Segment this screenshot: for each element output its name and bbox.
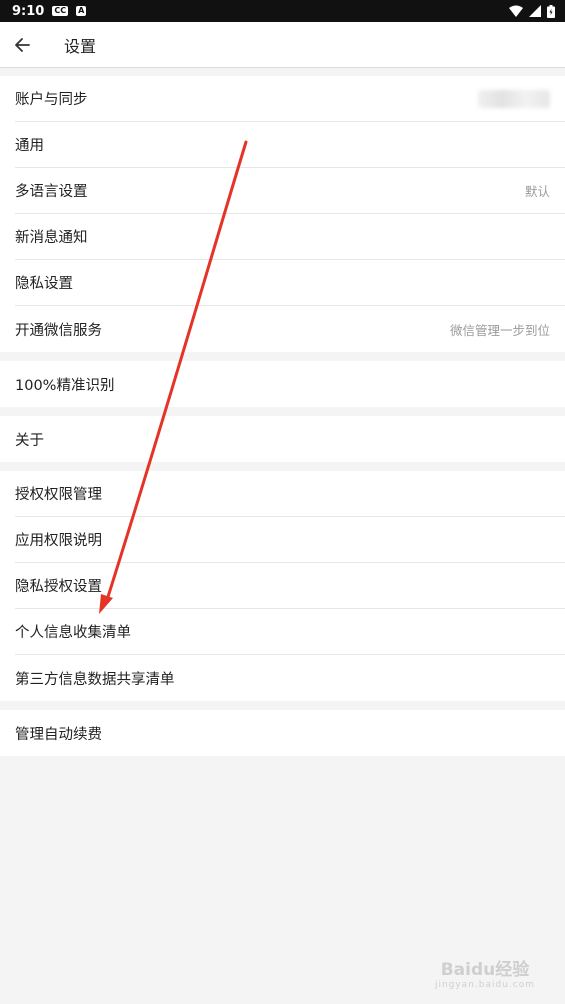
status-time: 9:10 [12, 3, 45, 19]
settings-item-label: 关于 [15, 432, 44, 449]
settings-item-value: 默认 [524, 184, 550, 199]
settings-item-value-redacted [478, 89, 550, 108]
settings-item-general[interactable]: 通用 [15, 122, 565, 168]
arrow-left-icon [15, 37, 30, 52]
settings-item-label: 新消息通知 [15, 230, 88, 246]
settings-group-3: 关于 [0, 416, 565, 462]
settings-group-1: 账户与同步通用多语言设置 默认新消息通知隐私设置开通微信服务 微信管理一步到位 [0, 76, 565, 352]
settings-item-wechat[interactable]: 开通微信服务 微信管理一步到位 [15, 306, 565, 352]
settings-item-privacy-auth[interactable]: 隐私授权设置 [15, 563, 565, 609]
settings-item-label: 100%精准识别 [15, 377, 115, 394]
a-badge-icon: A [76, 6, 87, 16]
settings-group-5: 管理自动续费 [0, 710, 565, 756]
cc-badge-icon: CC [52, 6, 69, 16]
settings-item-account[interactable]: 账户与同步 [15, 76, 565, 122]
settings-item-label: 管理自动续费 [15, 726, 102, 743]
settings-item-notifications[interactable]: 新消息通知 [15, 214, 565, 260]
settings-item-label: 账户与同步 [15, 92, 88, 108]
app-bar: 设置 [0, 22, 565, 68]
settings-item-about[interactable]: 关于 [15, 416, 565, 462]
settings-item-label: 隐私设置 [15, 276, 73, 292]
settings-item-label: 通用 [15, 138, 44, 154]
settings-item-label: 应用权限说明 [15, 533, 102, 549]
back-button[interactable] [14, 22, 54, 68]
settings-item-label: 第三方信息数据共享清单 [15, 671, 175, 688]
settings-item-language[interactable]: 多语言设置 默认 [15, 168, 565, 214]
status-left: 9:10 CC A [12, 3, 87, 19]
wifi-icon [509, 5, 523, 17]
watermark-sub: jingyan.baidu.com [434, 980, 535, 990]
page-title: 设置 [64, 36, 97, 56]
settings-item-permission-info[interactable]: 应用权限说明 [15, 517, 565, 563]
settings-group-4: 授权权限管理 应用权限说明 隐私授权设置个人信息收集清单第三方信息数据共享清单 [0, 471, 565, 701]
settings-item-label: 个人信息收集清单 [15, 625, 131, 641]
settings-group-2: 100%精准识别 [0, 361, 565, 407]
settings-item-label: 授权权限管理 [15, 487, 102, 503]
signal-icon [529, 5, 541, 17]
settings-item-label: 隐私授权设置 [15, 579, 102, 595]
settings-item-privacy[interactable]: 隐私设置 [15, 260, 565, 306]
status-right [509, 4, 555, 18]
settings-item-label: 开通微信服务 [15, 322, 102, 339]
battery-icon [547, 4, 555, 18]
status-bar: 9:10 CC A [0, 0, 565, 22]
settings-item-personal-info[interactable]: 个人信息收集清单 [15, 609, 565, 655]
settings-item-value: 微信管理一步到位 [449, 322, 550, 338]
settings-item-accuracy[interactable]: 100%精准识别 [15, 361, 565, 407]
settings-item-auto-renew[interactable]: 管理自动续费 [15, 710, 565, 756]
settings-item-permission-manage[interactable]: 授权权限管理 [15, 471, 565, 517]
settings-item-label: 多语言设置 [15, 184, 88, 200]
settings-item-third-party[interactable]: 第三方信息数据共享清单 [15, 655, 565, 701]
settings-list: 账户与同步通用多语言设置 默认新消息通知隐私设置开通微信服务 微信管理一步到位 100… [0, 68, 565, 756]
watermark-text: Baidu经验 [440, 960, 530, 980]
watermark: Baidu经验 jingyan.baidu.com [435, 955, 535, 990]
